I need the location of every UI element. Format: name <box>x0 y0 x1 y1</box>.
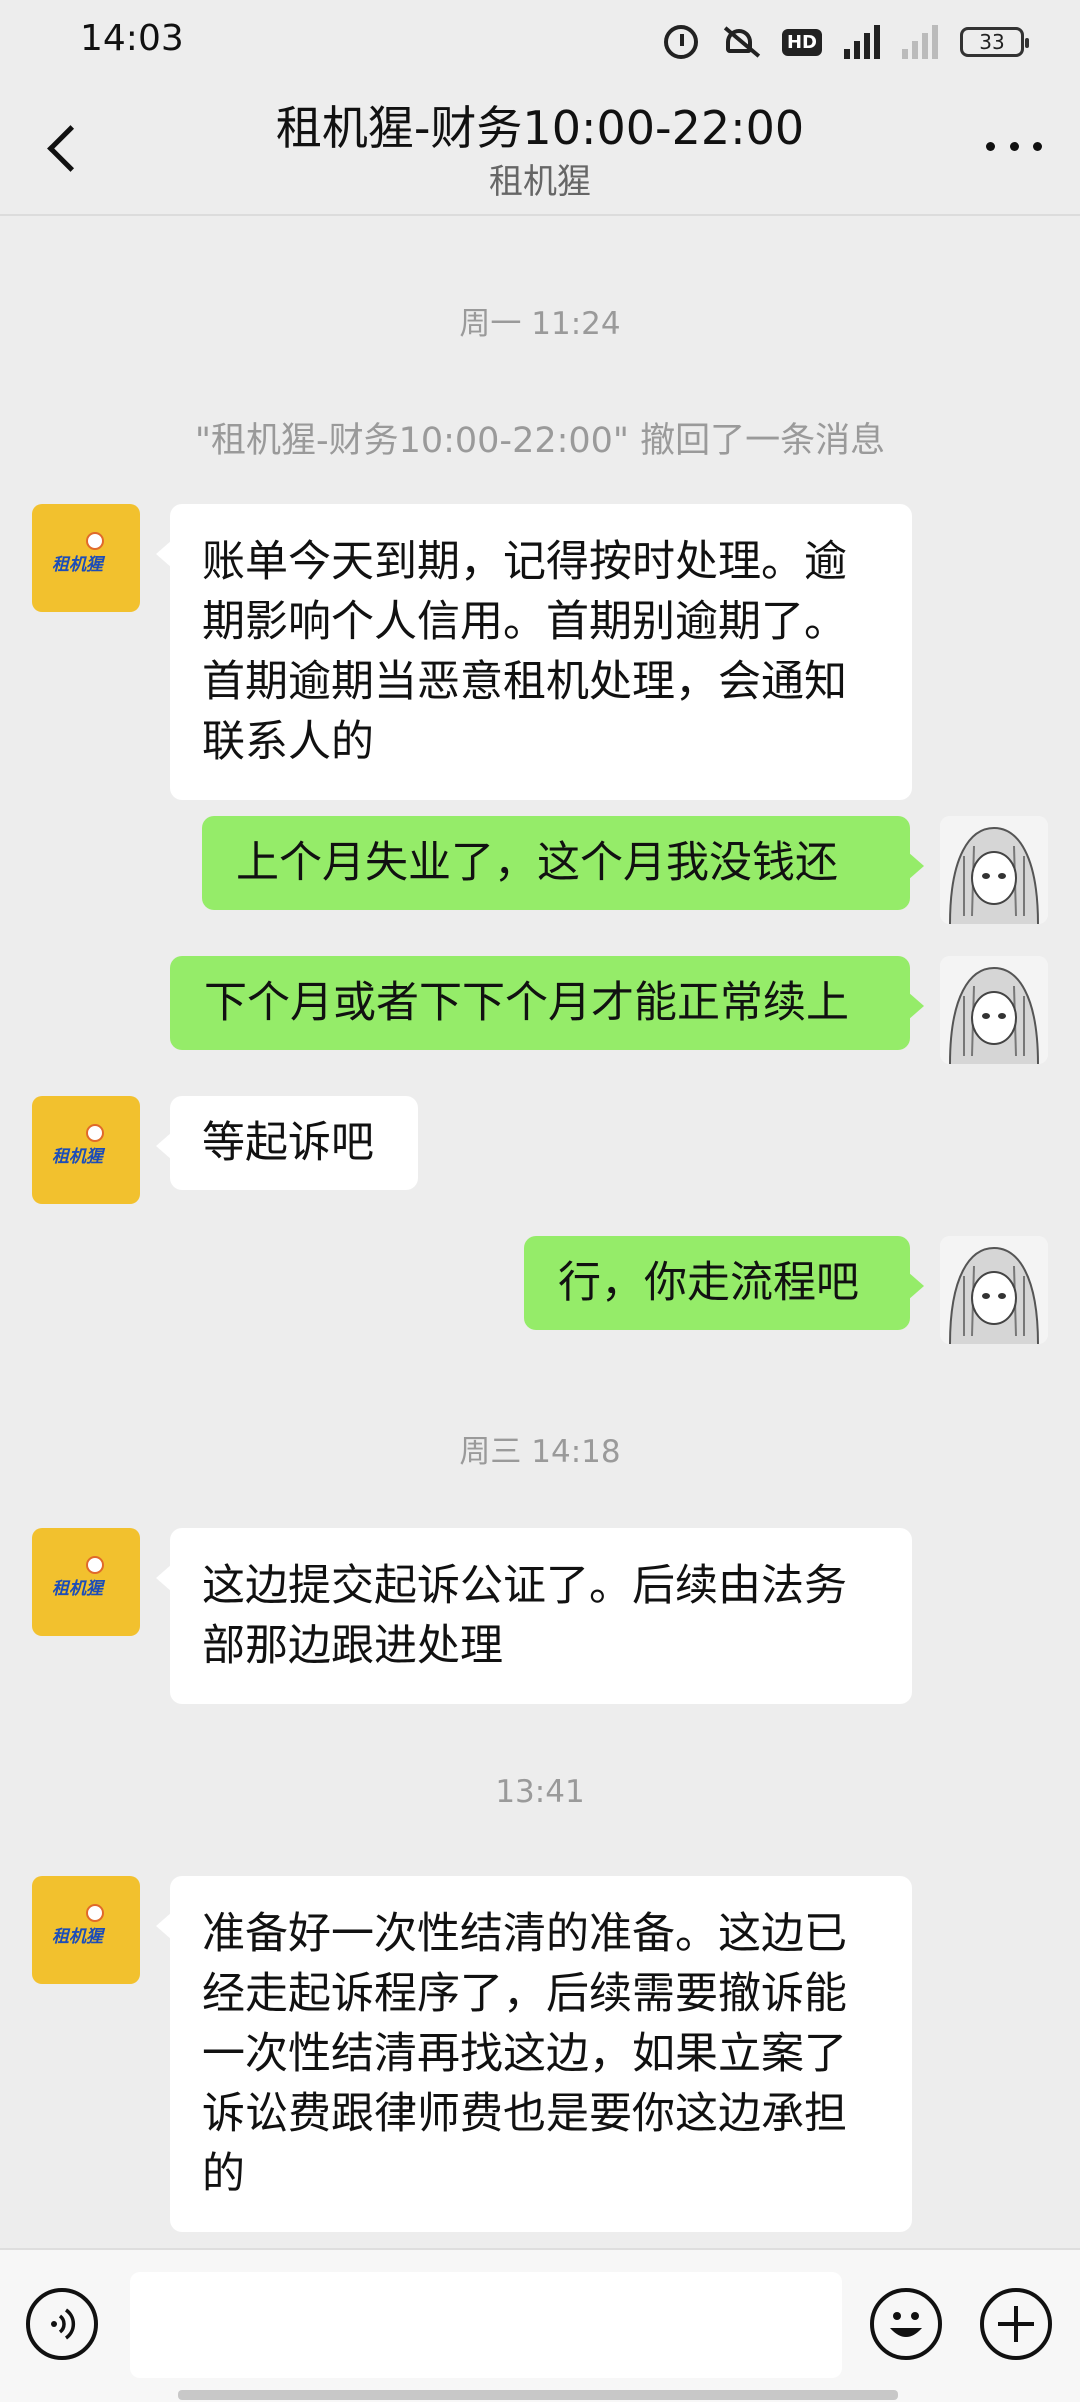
hd-icon: HD <box>781 28 822 56</box>
emoji-button[interactable] <box>870 2288 942 2360</box>
logo-text: 租机猩 <box>52 1147 103 1167</box>
battery-icon: 33 <box>960 27 1029 57</box>
avatar[interactable]: 租机猩 <box>32 504 140 612</box>
message-bubble[interactable]: 账单今天到期，记得按时处理。逾期影响个人信用。首期别逾期了。首期逾期当恶意租机处… <box>156 504 912 800</box>
logo-mark-icon <box>86 1124 104 1142</box>
logo-text: 租机猩 <box>52 1579 103 1599</box>
mute-icon <box>720 25 760 59</box>
recall-notice: "租机猩-财务10:00-22:00" 撤回了一条消息 <box>194 421 886 461</box>
message-input[interactable] <box>130 2272 842 2378</box>
emoji-icon <box>890 2312 922 2337</box>
user-avatar-icon <box>940 956 1048 1064</box>
chat-title: 租机猩-财务10:00-22:00 <box>275 101 805 155</box>
timestamp: 13:41 <box>495 1774 585 1810</box>
avatar[interactable] <box>940 816 1048 924</box>
user-avatar-icon <box>940 816 1048 924</box>
signal-icon <box>844 25 880 59</box>
status-icons: HD 33 <box>663 20 1029 64</box>
voice-button[interactable] <box>26 2288 98 2360</box>
chat-subtitle: 租机猩 <box>489 162 591 202</box>
message-bubble[interactable]: 行，你走流程吧 <box>524 1236 924 1330</box>
logo-text: 租机猩 <box>52 555 103 575</box>
more-dots-icon[interactable] <box>986 136 1042 156</box>
user-avatar-icon <box>940 1236 1048 1344</box>
avatar[interactable] <box>940 956 1048 1064</box>
message-bubble[interactable]: 上个月失业了，这个月我没钱还 <box>202 816 924 910</box>
input-bar <box>0 2248 1080 2402</box>
message-bubble[interactable]: 这边提交起诉公证了。后续由法务部那边跟进处理 <box>156 1528 912 1704</box>
home-indicator <box>178 2390 898 2400</box>
signal-icon-secondary <box>902 25 938 59</box>
status-bar: 14:03 HD 33 <box>0 0 1080 80</box>
plus-button[interactable] <box>980 2288 1052 2360</box>
timestamp: 周一 11:24 <box>459 306 621 342</box>
logo-mark-icon <box>86 1556 104 1574</box>
message-list[interactable]: 周一 11:24 "租机猩-财务10:00-22:00" 撤回了一条消息 租机猩… <box>0 216 1080 2246</box>
message-bubble[interactable]: 下个月或者下下个月才能正常续上 <box>170 956 924 1050</box>
voice-icon <box>51 2308 76 2340</box>
message-bubble[interactable]: 准备好一次性结清的准备。这边已经走起诉程序了，后续需要撤诉能一次性结清再找这边，… <box>156 1876 912 2232</box>
avatar[interactable]: 租机猩 <box>32 1096 140 1204</box>
status-time: 14:03 <box>80 18 184 59</box>
timestamp: 周三 14:18 <box>459 1434 621 1470</box>
message-bubble[interactable]: 等起诉吧 <box>156 1096 418 1190</box>
avatar[interactable]: 租机猩 <box>32 1528 140 1636</box>
logo-mark-icon <box>86 532 104 550</box>
avatar[interactable]: 租机猩 <box>32 1876 140 1984</box>
logo-mark-icon <box>86 1904 104 1922</box>
alarm-icon <box>663 25 698 59</box>
avatar[interactable] <box>940 1236 1048 1344</box>
chat-header: 租机猩-财务10:00-22:00 租机猩 <box>0 80 1080 216</box>
logo-text: 租机猩 <box>52 1927 103 1947</box>
